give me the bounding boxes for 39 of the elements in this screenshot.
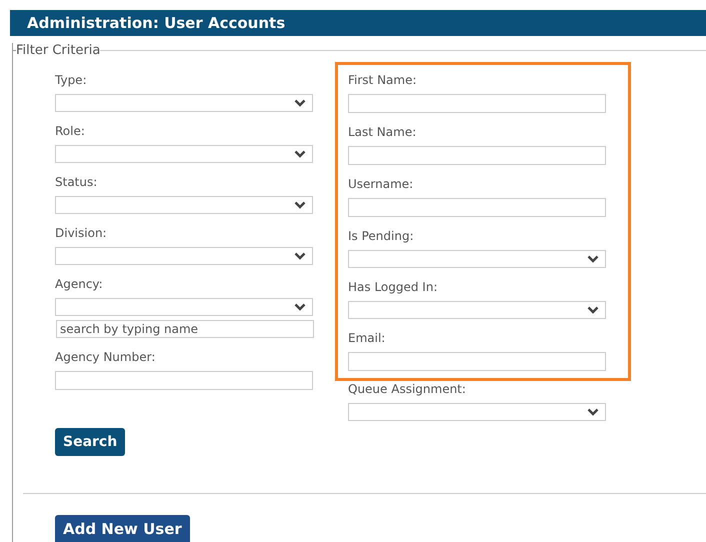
dropdown[interactable] — [55, 145, 313, 163]
field-label: Agency: — [55, 277, 104, 291]
chevron-down-icon — [587, 408, 599, 416]
field-label: Email: — [348, 331, 386, 345]
dropdown[interactable] — [55, 298, 313, 316]
field-label: Queue Assignment: — [348, 382, 467, 396]
field-label: Is Pending: — [348, 229, 415, 243]
add-user-button[interactable]: Add New User — [55, 515, 190, 542]
chevron-down-icon — [294, 99, 306, 107]
text-field[interactable] — [348, 94, 606, 113]
dropdown[interactable] — [55, 94, 313, 112]
dropdown[interactable] — [348, 250, 606, 268]
chevron-down-icon — [587, 255, 599, 263]
field-label: Username: — [348, 177, 414, 191]
text-field[interactable] — [348, 198, 606, 217]
chevron-down-icon — [294, 303, 306, 311]
search-field[interactable]: search by typing name — [56, 320, 314, 338]
field-label: Has Logged In: — [348, 280, 438, 294]
text-field[interactable] — [348, 146, 606, 165]
dropdown[interactable] — [348, 301, 606, 319]
page-title: Administration: User Accounts — [27, 16, 286, 30]
field-label: Last Name: — [348, 125, 418, 139]
chevron-down-icon — [294, 150, 306, 158]
field-label: Division: — [55, 226, 108, 240]
field-label: Role: — [55, 124, 86, 138]
fieldset-legend: Filter Criteria — [16, 44, 100, 56]
text-field[interactable] — [55, 371, 313, 390]
dropdown[interactable] — [348, 403, 606, 421]
text-field[interactable] — [348, 352, 606, 371]
field-label: Status: — [55, 175, 98, 189]
search-button[interactable]: Search — [55, 428, 126, 456]
field-label: First Name: — [348, 73, 418, 87]
chevron-down-icon — [294, 252, 306, 260]
dropdown[interactable] — [55, 247, 313, 265]
chevron-down-icon — [294, 201, 306, 209]
chevron-down-icon — [587, 306, 599, 314]
dropdown[interactable] — [55, 196, 313, 214]
field-label: Type: — [55, 73, 88, 87]
field-label: Agency Number: — [55, 350, 156, 364]
